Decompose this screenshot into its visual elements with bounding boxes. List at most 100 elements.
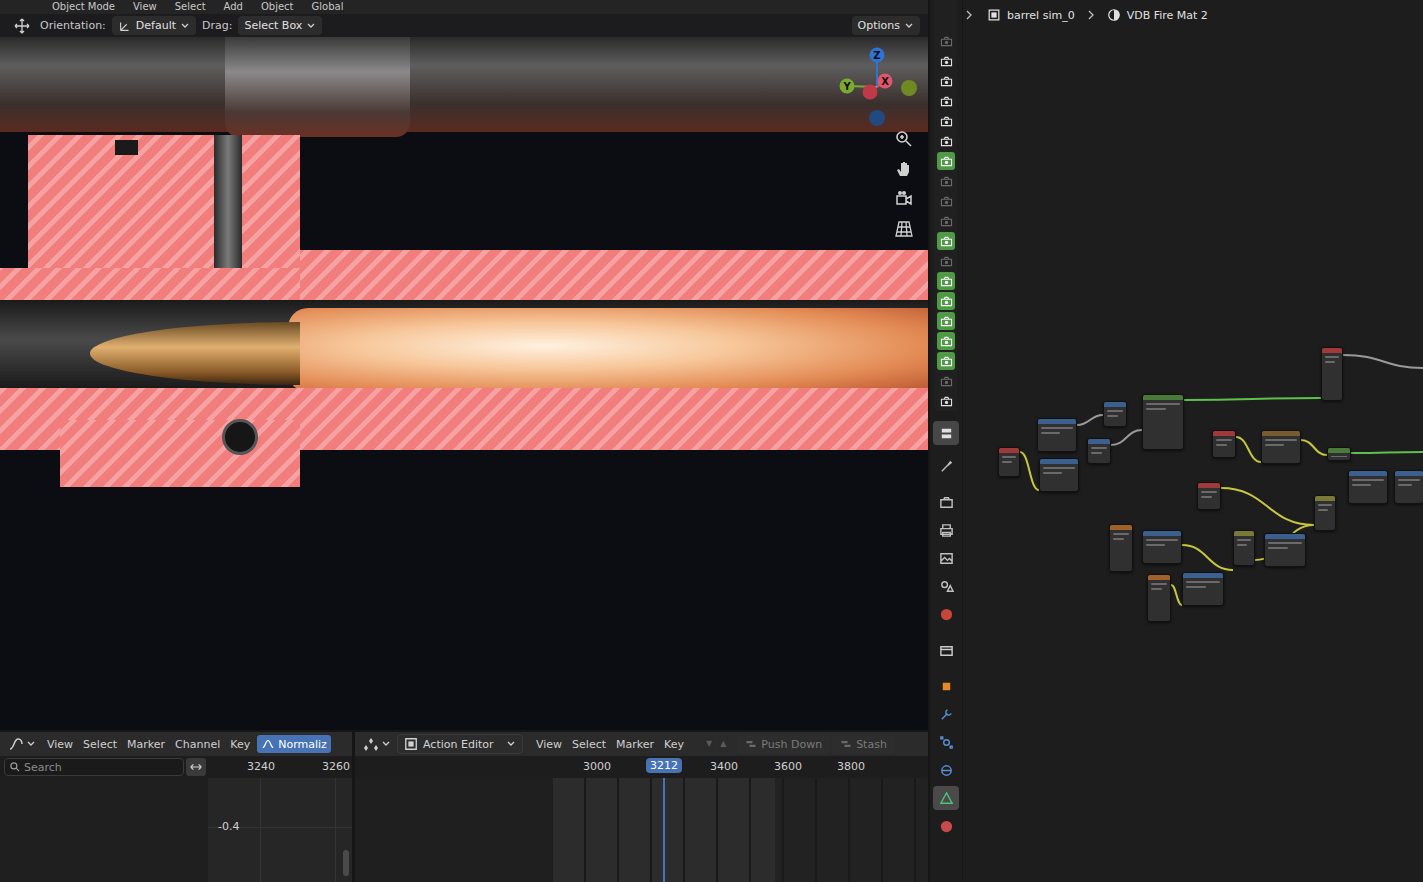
navigation-gizmo[interactable]: Z Y X — [830, 37, 928, 137]
node-link[interactable] — [1343, 355, 1423, 368]
action-button[interactable]: Stash — [832, 735, 895, 754]
properties-tab[interactable] — [933, 638, 959, 662]
render-toggle[interactable] — [937, 72, 955, 90]
shader-node[interactable] — [1142, 394, 1184, 450]
properties-tab[interactable] — [933, 518, 959, 542]
sidebar-toggle-icon[interactable] — [965, 10, 973, 20]
node-link[interactable] — [1111, 430, 1142, 445]
menu-item[interactable]: Select — [567, 738, 611, 751]
mode-dropdown[interactable]: Action Editor — [397, 734, 523, 754]
render-toggle[interactable] — [937, 192, 955, 210]
node-link[interactable] — [1020, 452, 1039, 490]
layer-button[interactable]: ▲ — [717, 736, 729, 752]
shader-node[interactable] — [1264, 533, 1306, 567]
properties-tab[interactable] — [933, 421, 959, 445]
render-toggle[interactable] — [937, 172, 955, 190]
shader-node[interactable] — [1109, 524, 1133, 572]
playhead[interactable] — [663, 778, 665, 882]
menu-item[interactable]: Key — [225, 738, 255, 751]
node-link[interactable] — [1184, 398, 1321, 400]
header-menu[interactable]: Object Mode — [52, 0, 115, 14]
menu-item[interactable]: Marker — [611, 738, 659, 751]
node-link[interactable] — [1236, 437, 1261, 462]
header-menu[interactable]: View — [133, 0, 157, 14]
shader-node[interactable] — [1087, 438, 1111, 464]
node-link[interactable] — [1077, 415, 1103, 425]
header-menu[interactable]: Global — [312, 0, 344, 14]
render-toggle[interactable] — [937, 32, 955, 50]
gizmo-axis[interactable]: Z — [870, 48, 885, 63]
editor-type-button[interactable] — [359, 736, 397, 752]
render-toggle[interactable] — [937, 132, 955, 150]
shader-node[interactable] — [1394, 470, 1423, 504]
render-toggle[interactable] — [937, 152, 955, 170]
camera-icon[interactable] — [894, 189, 914, 209]
move-icon[interactable] — [14, 18, 30, 34]
render-toggle[interactable] — [937, 292, 955, 310]
grid-icon[interactable] — [894, 219, 914, 239]
drag-dropdown[interactable]: Select Box — [238, 16, 322, 35]
search-field[interactable] — [24, 761, 179, 774]
shader-node[interactable] — [1039, 458, 1079, 492]
render-toggle[interactable] — [937, 232, 955, 250]
zoom-icon[interactable] — [894, 129, 914, 149]
shader-node[interactable] — [1197, 482, 1221, 510]
properties-tab[interactable] — [933, 602, 959, 626]
properties-tab[interactable] — [933, 730, 959, 754]
shader-node[interactable] — [1261, 430, 1301, 464]
shader-node[interactable] — [1147, 574, 1171, 622]
action-button[interactable]: Push Down — [737, 735, 830, 754]
shader-node[interactable] — [1182, 572, 1224, 606]
render-toggle[interactable] — [937, 392, 955, 410]
hand-icon[interactable] — [894, 159, 914, 179]
render-toggle[interactable] — [937, 252, 955, 270]
render-toggle[interactable] — [937, 312, 955, 330]
render-toggle[interactable] — [937, 112, 955, 130]
properties-tab[interactable] — [933, 674, 959, 698]
render-toggle[interactable] — [937, 52, 955, 70]
shader-node[interactable] — [1037, 418, 1077, 452]
header-menu[interactable]: Select — [175, 0, 206, 14]
node-canvas[interactable] — [963, 0, 1423, 882]
menu-item[interactable]: Select — [78, 738, 122, 751]
properties-tab[interactable] — [933, 546, 959, 570]
node-link[interactable] — [1221, 488, 1314, 525]
shader-node[interactable] — [1103, 401, 1127, 427]
properties-tab[interactable] — [933, 814, 959, 838]
object-name[interactable]: barrel sim_0 — [1007, 9, 1075, 22]
material-name[interactable]: VDB Fire Mat 2 — [1127, 9, 1208, 22]
gizmo-axis[interactable]: Y — [840, 79, 855, 94]
shader-node[interactable] — [1142, 530, 1182, 564]
properties-tab[interactable] — [933, 702, 959, 726]
render-toggle[interactable] — [937, 352, 955, 370]
node-link[interactable] — [1171, 585, 1182, 605]
shader-node[interactable] — [998, 447, 1020, 477]
frame-ruler[interactable]: 32403260 — [210, 756, 352, 778]
shader-node[interactable] — [1314, 495, 1336, 531]
render-toggle[interactable] — [937, 212, 955, 230]
scrollbar[interactable] — [343, 850, 349, 876]
graph-area[interactable]: -0.4 — [208, 778, 352, 882]
frame-ruler[interactable]: 30003400360038003212 — [355, 756, 928, 778]
keyframe-area[interactable] — [553, 778, 928, 882]
current-frame-badge[interactable]: 3212 — [646, 758, 682, 773]
options-dropdown[interactable]: Options — [852, 16, 920, 35]
node-link[interactable] — [1351, 452, 1423, 453]
gizmo-axis[interactable]: X — [878, 74, 893, 89]
viewport-canvas[interactable]: Z Y X — [0, 37, 928, 730]
menu-item[interactable]: Channel — [170, 738, 225, 751]
properties-tab[interactable] — [933, 758, 959, 782]
properties-tab[interactable] — [933, 786, 959, 810]
header-menu[interactable]: Add — [224, 0, 243, 14]
menu-item[interactable]: Marker — [122, 738, 170, 751]
menu-item[interactable]: View — [42, 738, 78, 751]
node-link[interactable] — [1182, 545, 1233, 570]
header-menu[interactable]: Object — [261, 0, 294, 14]
render-toggle[interactable] — [937, 332, 955, 350]
shader-node[interactable] — [1233, 530, 1255, 566]
shader-node[interactable] — [1212, 430, 1236, 458]
render-toggle[interactable] — [937, 272, 955, 290]
shader-node[interactable] — [1348, 470, 1388, 504]
render-toggle[interactable] — [937, 372, 955, 390]
orientation-dropdown[interactable]: Default — [112, 16, 196, 35]
